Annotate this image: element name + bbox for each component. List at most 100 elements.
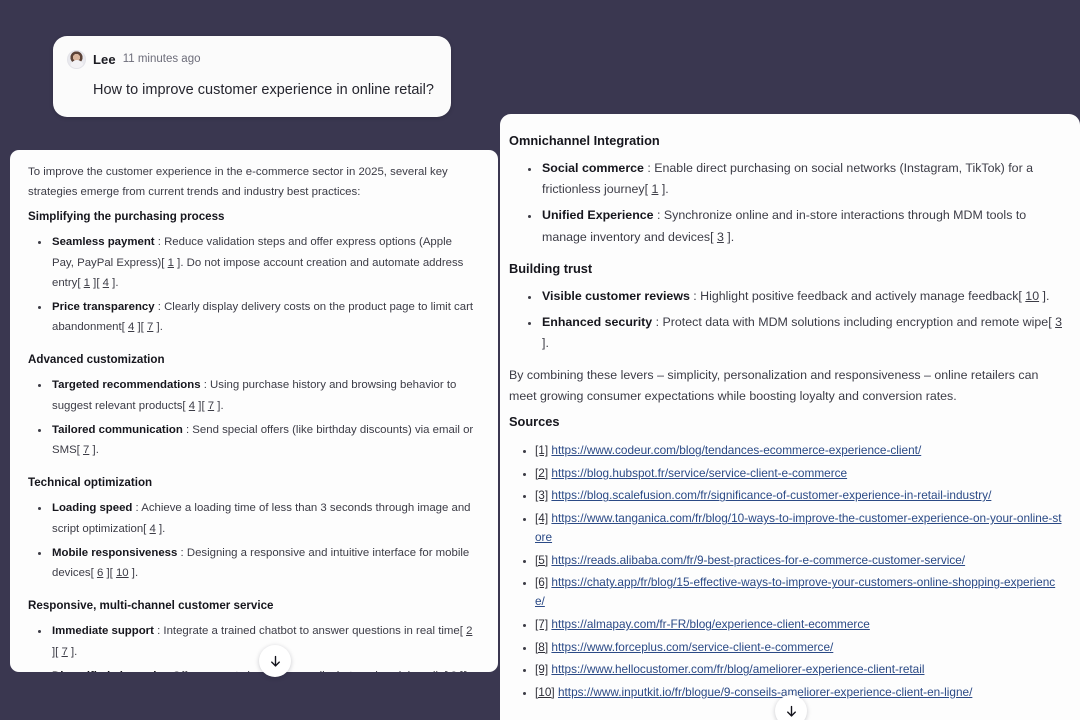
bullet-lead: Tailored communication bbox=[52, 424, 183, 437]
citation-ref[interactable]: 6 bbox=[97, 567, 103, 579]
source-number: [8] bbox=[535, 639, 549, 654]
question-timestamp: 11 minutes ago bbox=[122, 53, 201, 65]
bullet-lead: Social commerce bbox=[542, 160, 644, 175]
source-link[interactable]: https://www.codeur.com/blog/tendances-ec… bbox=[551, 443, 921, 457]
citation-ref[interactable]: 2 bbox=[451, 670, 457, 672]
source-number: [9] bbox=[535, 662, 549, 677]
question-header: Lee 11 minutes ago bbox=[67, 48, 435, 70]
section-bullet-list: Targeted recommendations : Using purchas… bbox=[28, 375, 476, 460]
section-bullet-list: Visible customer reviews : Highlight pos… bbox=[509, 286, 1062, 355]
bullet-lead: Visible customer reviews bbox=[542, 288, 690, 303]
sources-list: [1] https://www.codeur.com/blog/tendance… bbox=[509, 441, 1062, 702]
source-item[interactable]: [3] https://blog.scalefusion.com/fr/sign… bbox=[535, 486, 1062, 505]
source-number: [10] bbox=[535, 684, 555, 699]
bullet-lead: Loading speed bbox=[52, 502, 133, 515]
bullet-lead: Seamless payment bbox=[52, 236, 155, 249]
source-number: [6] bbox=[535, 575, 549, 590]
source-item[interactable]: [1] https://www.codeur.com/blog/tendance… bbox=[535, 441, 1062, 460]
question-text: How to improve customer experience in on… bbox=[93, 82, 434, 98]
citation-ref[interactable]: 7 bbox=[147, 321, 153, 333]
citation-ref[interactable]: 4 bbox=[103, 277, 109, 289]
bullet-lead: Targeted recommendations bbox=[52, 379, 201, 392]
source-number: [1] bbox=[535, 443, 549, 458]
scroll-down-button-right[interactable] bbox=[775, 695, 807, 720]
source-number: [4] bbox=[535, 511, 549, 526]
citation-ref[interactable]: 10 bbox=[116, 567, 129, 579]
source-item[interactable]: [9] https://www.hellocustomer.com/fr/blo… bbox=[535, 660, 1062, 679]
section-heading: Building trust bbox=[509, 261, 593, 277]
section-bullet-list: Social commerce : Enable direct purchasi… bbox=[509, 158, 1062, 248]
answer-panel-left[interactable]: To improve the customer experience in th… bbox=[10, 150, 498, 672]
list-item: Social commerce : Enable direct purchasi… bbox=[540, 158, 1062, 201]
question-card: Lee 11 minutes ago How to improve custom… bbox=[53, 36, 451, 117]
bullet-lead: Immediate support bbox=[52, 625, 154, 638]
source-link[interactable]: https://www.tanganica.com/fr/blog/10-way… bbox=[535, 511, 1062, 544]
source-link[interactable]: https://reads.alibaba.com/fr/9-best-prac… bbox=[551, 553, 965, 567]
citation-ref[interactable]: 4 bbox=[189, 400, 195, 412]
avatar bbox=[67, 49, 86, 69]
right-panel-content: Omnichannel Integration Social commerce :… bbox=[500, 114, 1080, 716]
citation-ref[interactable]: 1 bbox=[168, 257, 174, 269]
bullet-lead: Diversified channels bbox=[52, 670, 163, 672]
citation-ref[interactable]: 7 bbox=[83, 444, 89, 456]
left-panel-content: To improve the customer experience in th… bbox=[10, 150, 498, 672]
source-number: [5] bbox=[535, 552, 549, 567]
list-item: Mobile responsiveness : Designing a resp… bbox=[50, 543, 476, 584]
section-heading: Omnichannel Integration bbox=[509, 133, 660, 148]
section-heading: Advanced customization bbox=[28, 352, 165, 366]
app-root: Lee 11 minutes ago How to improve custom… bbox=[0, 0, 1080, 720]
source-number: [7] bbox=[535, 617, 549, 632]
arrow-down-icon bbox=[270, 655, 280, 667]
source-item[interactable]: [8] https://www.forceplus.com/service-cl… bbox=[535, 638, 1062, 657]
left-sections: Simplifying the purchasing process Seamle… bbox=[28, 207, 476, 672]
citation-ref[interactable]: 4 bbox=[128, 321, 134, 333]
question-author: Lee bbox=[93, 51, 116, 67]
source-link[interactable]: https://almapay.com/fr-FR/blog/experienc… bbox=[551, 617, 869, 631]
list-item: Targeted recommendations : Using purchas… bbox=[50, 375, 476, 416]
source-item[interactable]: [5] https://reads.alibaba.com/fr/9-best-… bbox=[535, 551, 1062, 570]
source-number: [2] bbox=[535, 465, 549, 480]
list-item: Loading speed : Achieve a loading time o… bbox=[50, 498, 476, 539]
citation-ref[interactable]: 1 bbox=[84, 277, 90, 289]
bullet-lead: Enhanced security bbox=[542, 315, 653, 330]
source-link[interactable]: https://www.inputkit.io/fr/blogue/9-cons… bbox=[558, 685, 972, 699]
source-link[interactable]: https://www.forceplus.com/service-client… bbox=[551, 640, 833, 654]
citation-ref[interactable]: 7 bbox=[62, 646, 68, 658]
citation-ref[interactable]: 3 bbox=[717, 230, 724, 244]
bullet-body: : Highlight positive feedback and active… bbox=[689, 288, 1050, 303]
source-link[interactable]: https://blog.scalefusion.com/fr/signific… bbox=[551, 488, 991, 502]
source-item[interactable]: [6] https://chaty.app/fr/blog/15-effecti… bbox=[535, 573, 1062, 611]
list-item: Tailored communication : Send special of… bbox=[50, 420, 476, 461]
right-sections: Omnichannel Integration Social commerce :… bbox=[509, 130, 1062, 355]
arrow-down-icon bbox=[786, 705, 796, 717]
answer-panel-right[interactable]: Omnichannel Integration Social commerce :… bbox=[500, 114, 1080, 720]
source-item[interactable]: [7] https://almapay.com/fr-FR/blog/exper… bbox=[535, 615, 1062, 634]
source-item[interactable]: [4] https://www.tanganica.com/fr/blog/10… bbox=[535, 509, 1062, 547]
sources-heading: Sources bbox=[509, 414, 560, 430]
source-link[interactable]: https://www.hellocustomer.com/fr/blog/am… bbox=[551, 662, 924, 676]
source-number: [3] bbox=[535, 488, 549, 503]
section-bullet-list: Loading speed : Achieve a loading time o… bbox=[28, 498, 476, 583]
bullet-lead: Price transparency bbox=[52, 301, 155, 314]
list-item: Unified Experience : Synchronize online … bbox=[540, 205, 1062, 248]
source-link[interactable]: https://chaty.app/fr/blog/15-effective-w… bbox=[535, 575, 1055, 608]
scroll-down-button-left[interactable] bbox=[259, 645, 291, 677]
citation-ref[interactable]: 1 bbox=[652, 182, 659, 196]
list-item: Visible customer reviews : Highlight pos… bbox=[540, 286, 1062, 307]
section-bullet-list: Immediate support : Integrate a trained … bbox=[28, 621, 476, 672]
list-item: Enhanced security : Protect data with MD… bbox=[540, 312, 1062, 355]
source-link[interactable]: https://blog.hubspot.fr/service/service-… bbox=[551, 466, 847, 480]
list-item: Price transparency : Clearly display del… bbox=[50, 297, 476, 338]
citation-ref[interactable]: 2 bbox=[466, 625, 472, 637]
bullet-lead: Unified Experience bbox=[542, 208, 654, 223]
citation-ref[interactable]: 3 bbox=[1055, 315, 1062, 329]
source-item[interactable]: [2] https://blog.hubspot.fr/service/serv… bbox=[535, 464, 1062, 483]
citation-ref[interactable]: 4 bbox=[150, 523, 156, 535]
section-heading: Responsive, multi-channel customer servi… bbox=[28, 598, 274, 612]
citation-ref[interactable]: 7 bbox=[208, 400, 214, 412]
list-item: Seamless payment : Reduce validation ste… bbox=[50, 232, 476, 293]
citation-ref[interactable]: 10 bbox=[1025, 289, 1039, 303]
section-heading: Technical optimization bbox=[28, 475, 153, 489]
answer-conclusion: By combining these levers – simplicity, … bbox=[509, 367, 1039, 404]
section-bullet-list: Seamless payment : Reduce validation ste… bbox=[28, 232, 476, 337]
